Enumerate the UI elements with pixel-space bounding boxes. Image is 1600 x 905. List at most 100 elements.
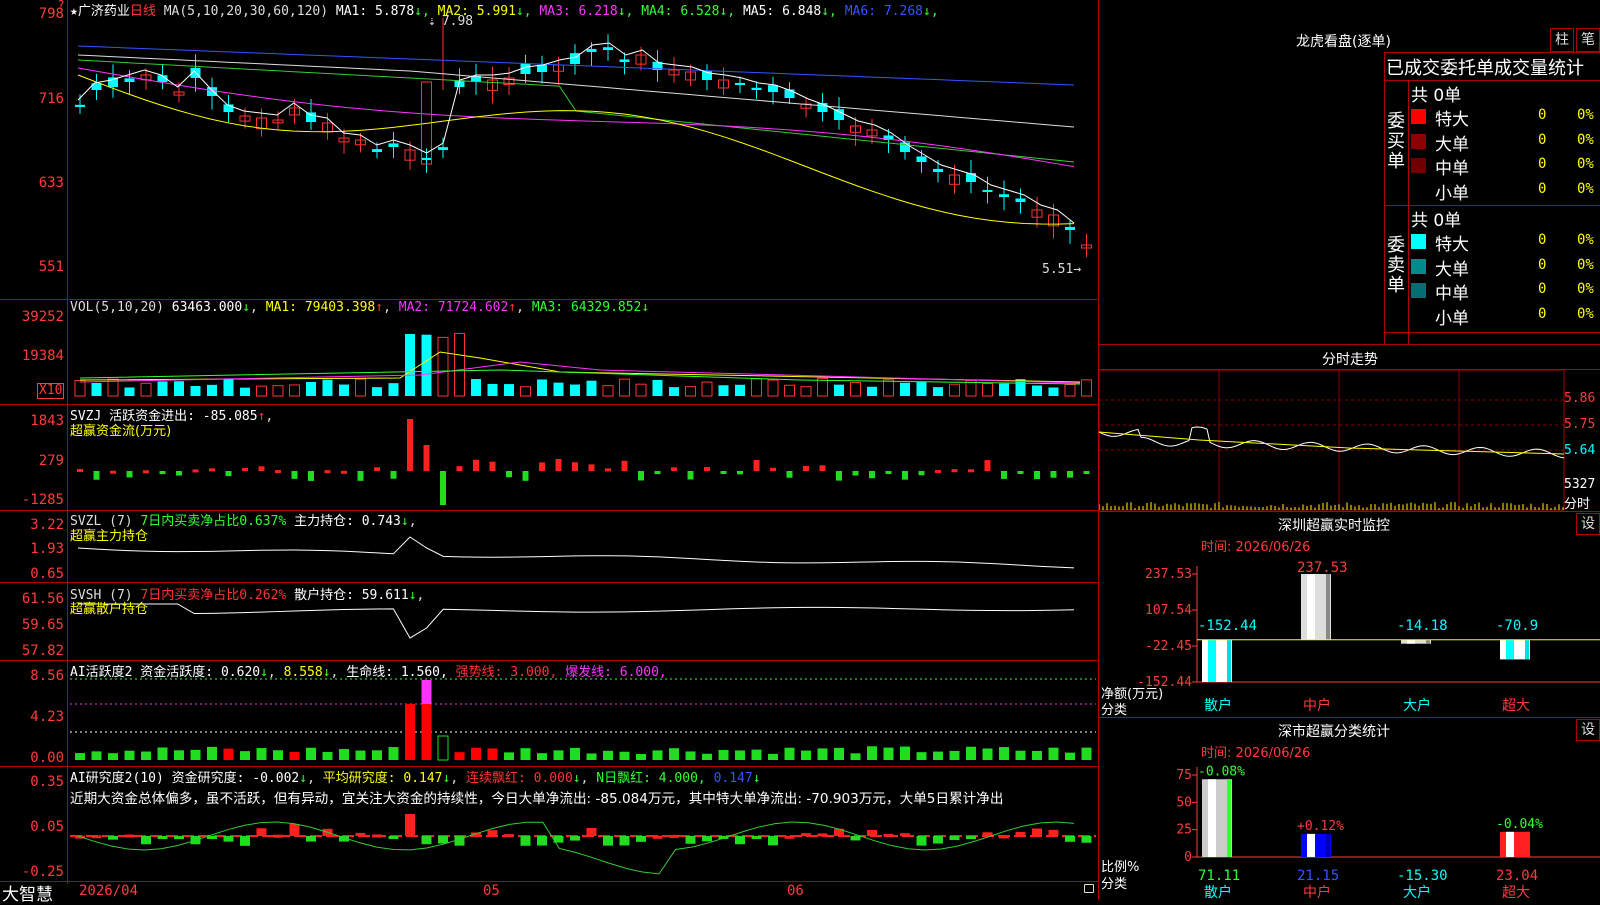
ai-research-bar bbox=[157, 836, 168, 839]
row-count-buy-rows-0: 0 bbox=[1538, 107, 1547, 123]
bar-highlight bbox=[1208, 639, 1216, 682]
vol-bar bbox=[421, 334, 432, 396]
ai-active-bar bbox=[834, 747, 844, 760]
classify-x-title: 分类 bbox=[1101, 877, 1128, 892]
ai-active-bar bbox=[124, 750, 135, 760]
ai-research-tick-2: 0.05 bbox=[30, 819, 64, 835]
svzj-bar bbox=[522, 471, 529, 481]
vol-bar bbox=[619, 378, 630, 397]
bar-mode-button[interactable]: 柱 bbox=[1550, 28, 1574, 52]
svzj-bar bbox=[720, 471, 727, 474]
svzj-tick-3: -1285 bbox=[21, 492, 64, 508]
svzj-bar bbox=[1001, 471, 1007, 479]
bar-2 bbox=[1401, 639, 1431, 644]
ai-active-bar bbox=[933, 751, 943, 760]
row-pct-sell-rows-1: 0% bbox=[1577, 256, 1594, 273]
intraday-frame bbox=[1099, 370, 1565, 511]
bar-edge bbox=[1326, 574, 1330, 640]
bar-value-label: 21.15 bbox=[1297, 868, 1339, 884]
svzj-tick-1: 1843 bbox=[30, 413, 64, 429]
ai-active-bar bbox=[157, 747, 168, 760]
bar-edge bbox=[1525, 639, 1529, 660]
ai-research-bar bbox=[537, 836, 547, 846]
kline-candle bbox=[751, 87, 762, 90]
svzj-bar bbox=[704, 467, 710, 471]
ai-research-bar bbox=[603, 836, 613, 846]
ai-research-bar bbox=[438, 836, 448, 844]
intraday-unit: 分时 bbox=[1564, 497, 1591, 512]
vol-bar bbox=[487, 383, 498, 396]
svzj-bar bbox=[143, 470, 149, 474]
ai-research-bar bbox=[735, 836, 745, 845]
ai-research-bar bbox=[240, 836, 250, 846]
ai-research-bar bbox=[124, 834, 135, 838]
ai-active-tick-1: 8.56 bbox=[30, 668, 64, 684]
kline-candle bbox=[933, 168, 943, 172]
vol-bar bbox=[157, 381, 168, 396]
kline-candle bbox=[1065, 226, 1075, 230]
ai-active-bar bbox=[784, 747, 795, 760]
svzj-bar bbox=[770, 467, 776, 471]
row-count-buy-rows-3: 0 bbox=[1538, 180, 1547, 197]
ai-research-bar bbox=[966, 836, 976, 839]
ai-active-bar bbox=[553, 750, 564, 760]
ai-active-bar bbox=[322, 751, 333, 760]
ai-active-bar bbox=[240, 751, 250, 760]
ai-active-bar bbox=[471, 747, 481, 760]
ai-research-bar bbox=[421, 836, 432, 845]
vol-bar bbox=[1032, 385, 1042, 396]
ai-active-bar bbox=[520, 748, 531, 760]
monitor-bar-chart: 237.53107.54-22.45-152.44-152.44散户237.53… bbox=[1137, 560, 1600, 714]
pen-mode-button[interactable]: 笔 bbox=[1576, 28, 1600, 52]
y-tick-label: 75 bbox=[1176, 768, 1192, 783]
svzj-bar bbox=[242, 467, 248, 471]
ai-active-bar bbox=[883, 747, 894, 760]
ai-active-bar bbox=[570, 747, 580, 760]
ai-active-bar bbox=[454, 752, 465, 760]
lock-icon[interactable] bbox=[1084, 884, 1094, 893]
svzj-bar bbox=[407, 419, 413, 471]
intraday-tick-2: 5.75 bbox=[1564, 417, 1596, 432]
ai-research-bar bbox=[669, 834, 679, 838]
ai-research-bar bbox=[1032, 828, 1042, 836]
svzj-bar bbox=[473, 459, 479, 471]
row-pct-buy-rows-1: 0% bbox=[1577, 131, 1594, 148]
buy-total: 共 0单 bbox=[1411, 86, 1462, 106]
app-logo[interactable]: 大智慧 bbox=[2, 880, 53, 905]
ai-active-bar bbox=[768, 753, 778, 760]
svzj-bar bbox=[225, 471, 232, 477]
svzj-bar bbox=[885, 471, 892, 474]
svzj-bar bbox=[654, 471, 661, 475]
intraday-chart bbox=[1099, 370, 1565, 511]
ma6-line bbox=[77, 45, 1075, 86]
kline-candle bbox=[999, 194, 1009, 197]
svzj-bar bbox=[836, 471, 842, 481]
bar-highlight bbox=[1407, 639, 1415, 644]
ai-active-bar bbox=[487, 748, 498, 760]
category-label: 超大 bbox=[1502, 885, 1530, 900]
svzj-bar bbox=[291, 471, 298, 479]
vol-bar bbox=[751, 378, 762, 397]
ai-active-bar bbox=[1015, 750, 1026, 760]
bar-value-label: -70.9 bbox=[1496, 618, 1538, 634]
svzj-subtitle: 超赢资金流(万元) bbox=[70, 424, 172, 439]
ai-active-bar bbox=[867, 746, 877, 760]
ai-active-bar bbox=[603, 750, 613, 760]
svzj-bar bbox=[456, 466, 463, 471]
ai-research-bar bbox=[1065, 836, 1075, 842]
vol-bar bbox=[883, 379, 894, 397]
svsh-subtitle: 超赢散户持仓 bbox=[70, 602, 149, 617]
kline-candle bbox=[586, 48, 597, 52]
svzj-bar bbox=[687, 471, 694, 480]
buy-side-label: 委买单 bbox=[1387, 111, 1405, 172]
bar-edge bbox=[1525, 831, 1529, 857]
bar-1 bbox=[1301, 833, 1331, 857]
kline-candle bbox=[768, 85, 778, 92]
row-label-sell-rows-0: 特大 bbox=[1435, 235, 1469, 255]
y-tick-label: 237.53 bbox=[1145, 567, 1192, 582]
ai-active-bar bbox=[421, 704, 432, 760]
vol-bar bbox=[933, 387, 943, 396]
bar-value-label: 237.53 bbox=[1297, 560, 1348, 576]
y-tick-label: 50 bbox=[1176, 795, 1192, 810]
vol-bar bbox=[174, 381, 184, 396]
